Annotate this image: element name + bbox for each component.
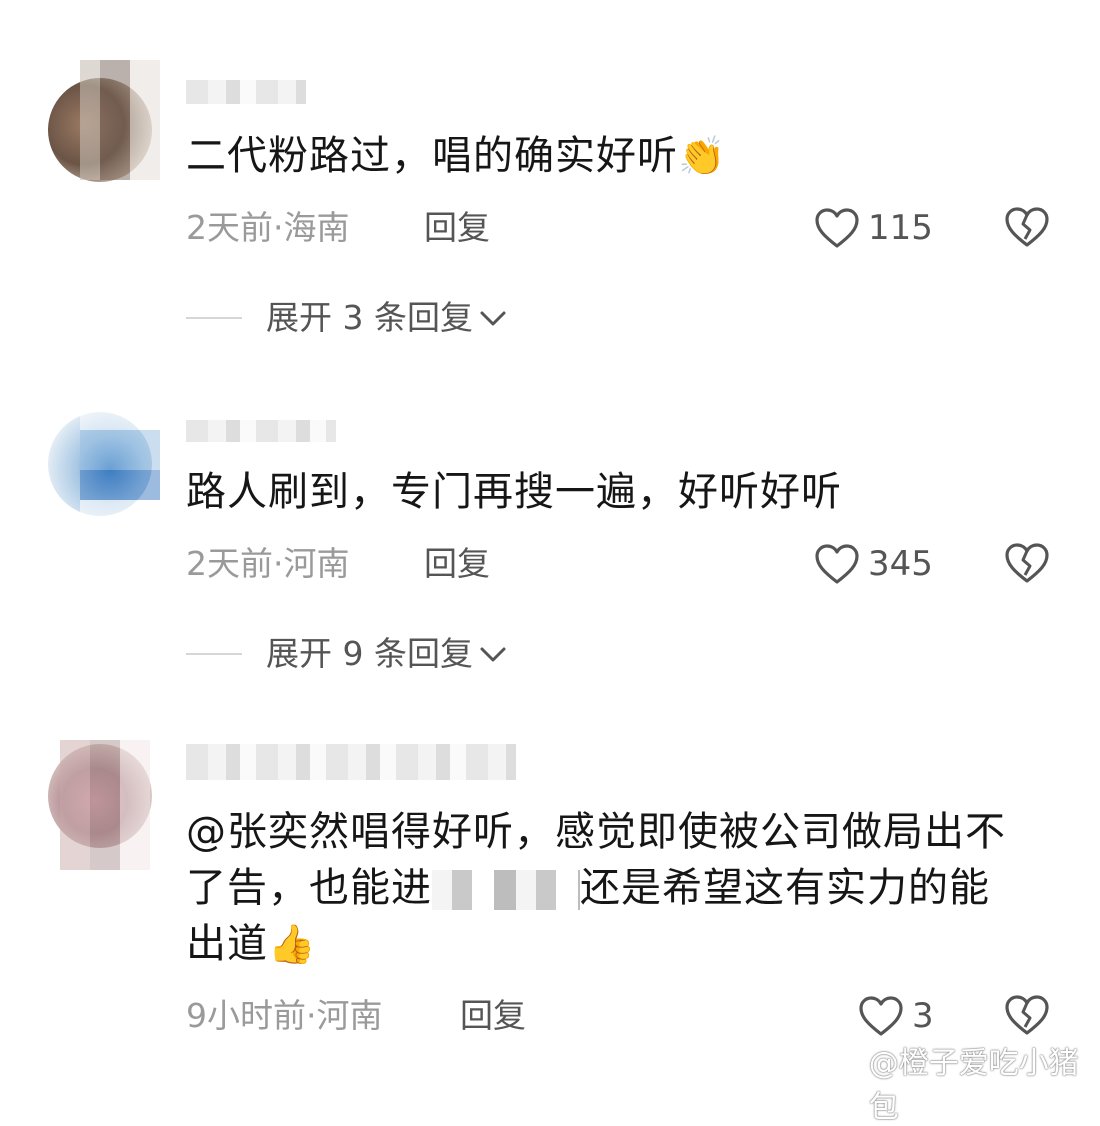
dislike-button[interactable] — [1004, 994, 1049, 1038]
chevron-down-icon — [480, 311, 506, 326]
heart-icon — [815, 544, 859, 584]
like-count: 115 — [868, 208, 933, 248]
divider — [186, 653, 242, 655]
comment-text: @张奕然唱得好听，感觉即使被公司做局出不 了告，也能进 还是希望这有实力的能 出道… — [186, 804, 1066, 972]
like-count: 3 — [912, 996, 934, 1036]
heart-icon — [859, 996, 903, 1036]
like-button[interactable]: 3 — [858, 994, 934, 1038]
avatar-mosaic — [80, 400, 160, 524]
comment-text-fragment: 还是希望这有实力的能 — [580, 865, 990, 911]
censored-mosaic — [432, 870, 580, 910]
comment-text-line: 了告，也能进 还是希望这有实力的能 — [186, 860, 1066, 916]
comment-text-content: 路人刷到，专门再搜一遍，好听好听 — [186, 469, 842, 515]
watermark: @橙子爱吃小猪包 — [828, 1038, 1100, 1126]
comment-text: 二代粉路过，唱的确实好听👏 — [186, 128, 1066, 184]
comment-text-content: 出道 — [186, 921, 268, 967]
comment-meta: 2天前·海南 — [186, 208, 350, 247]
expand-replies-label: 展开 3 条回复 — [266, 298, 473, 337]
username-blurred[interactable] — [186, 420, 336, 442]
broken-heart-icon — [1005, 207, 1049, 247]
like-button[interactable]: 345 — [814, 542, 933, 586]
dislike-button[interactable] — [1004, 206, 1049, 250]
expand-replies-label: 展开 9 条回复 — [266, 634, 473, 673]
comment-text-content: 二代粉路过，唱的确实好听 — [186, 133, 678, 179]
username-blurred[interactable] — [186, 744, 516, 780]
username-blurred[interactable] — [186, 80, 306, 104]
comment-text-line: 出道👍 — [186, 916, 1066, 972]
clapping-hands-emoji: 👏 — [678, 134, 727, 178]
comment-meta: 2天前·河南 — [186, 544, 350, 583]
expand-replies[interactable]: 展开 3 条回复 — [186, 296, 509, 340]
broken-heart-icon — [1005, 543, 1049, 583]
dislike-button[interactable] — [1004, 542, 1049, 586]
weibo-logo-icon — [828, 1070, 861, 1096]
reply-button[interactable]: 回复 — [424, 542, 490, 586]
reply-button[interactable]: 回复 — [460, 994, 526, 1038]
watermark-text: @橙子爱吃小猪包 — [868, 1046, 1079, 1125]
expand-replies[interactable]: 展开 9 条回复 — [186, 632, 509, 676]
avatar-mosaic — [60, 60, 160, 180]
like-button[interactable]: 115 — [814, 206, 933, 250]
avatar-mosaic — [60, 740, 150, 870]
comment-meta: 9小时前·河南 — [186, 996, 383, 1035]
thumbs-up-emoji: 👍 — [268, 922, 317, 966]
comment-text-fragment: 了告，也能进 — [186, 865, 432, 911]
divider — [186, 317, 242, 319]
heart-icon — [815, 208, 859, 248]
broken-heart-icon — [1005, 995, 1049, 1035]
comment-text-line: @张奕然唱得好听，感觉即使被公司做局出不 — [186, 809, 1006, 855]
reply-button[interactable]: 回复 — [424, 206, 490, 250]
like-count: 345 — [868, 544, 933, 584]
comment-text: 路人刷到，专门再搜一遍，好听好听 — [186, 464, 1066, 520]
chevron-down-icon — [480, 647, 506, 662]
